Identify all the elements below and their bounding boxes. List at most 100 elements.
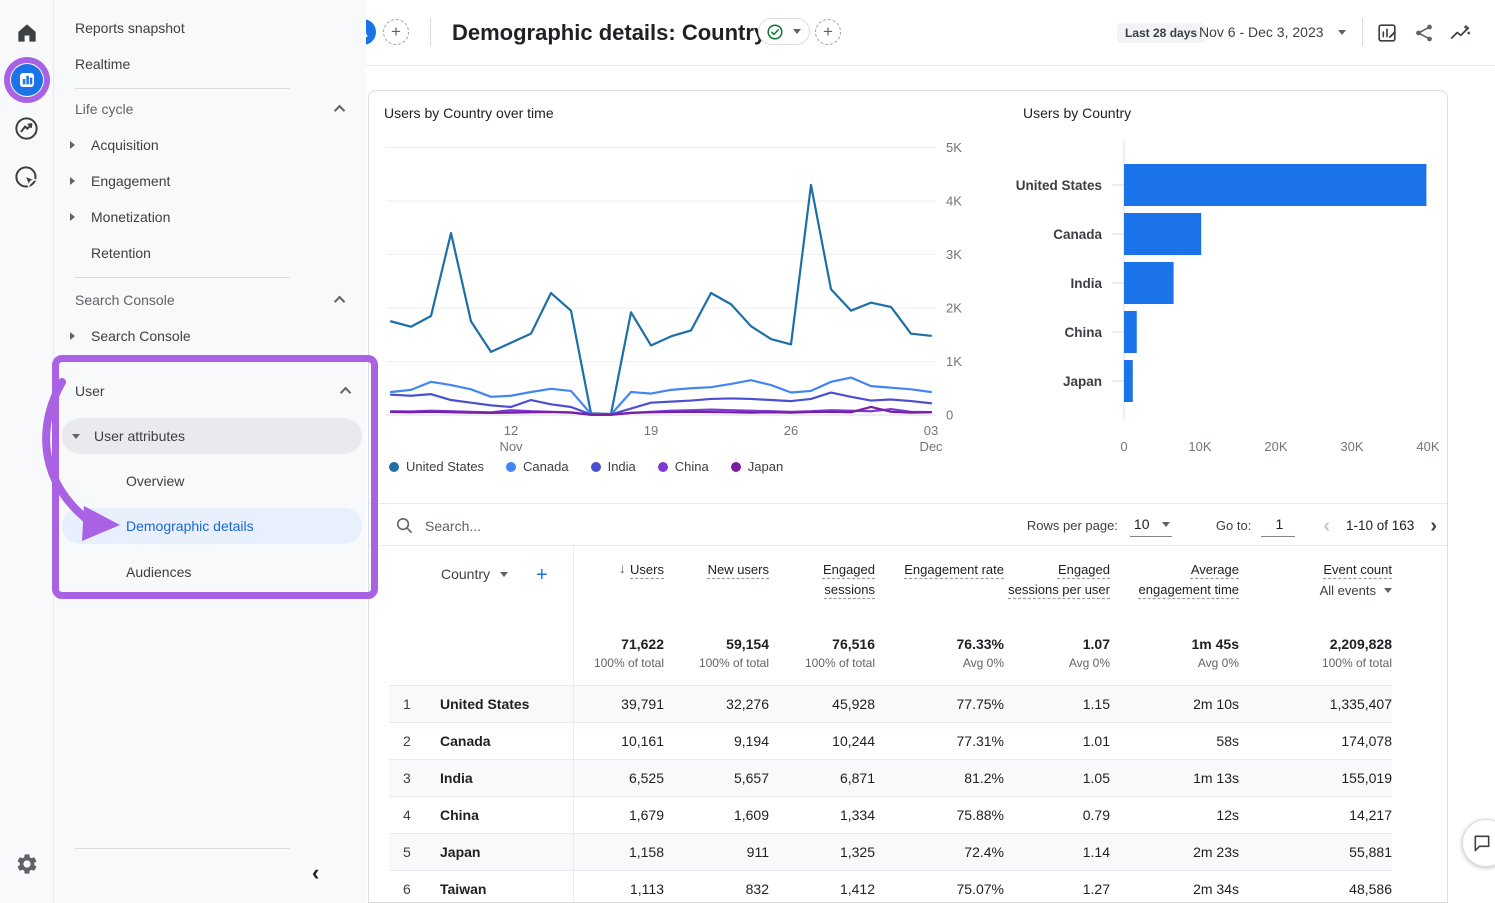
date-range-selector[interactable]: Nov 6 - Dec 3, 2023 — [1199, 24, 1346, 40]
pagination-range: 1-10 of 163 — [1346, 518, 1414, 533]
sidebar-item-realtime[interactable]: Realtime — [75, 50, 130, 78]
insights-icon[interactable] — [1448, 21, 1472, 45]
sidebar-item-overview[interactable]: Overview — [126, 467, 184, 495]
sidebar-item-label: Retention — [91, 245, 151, 261]
column-header-label[interactable]: Event count — [1323, 560, 1392, 580]
sidebar-item-retention[interactable]: Retention — [91, 239, 151, 267]
plus-icon: + — [391, 22, 401, 42]
explore-icon[interactable] — [10, 111, 44, 145]
totals-value: 76.33% — [957, 636, 1004, 652]
column-header-label[interactable]: Users — [630, 560, 664, 580]
svg-text:4K: 4K — [946, 194, 962, 209]
search-placeholder: Search... — [425, 518, 481, 534]
row-metric-value: 14,217 — [1239, 797, 1392, 834]
totals-cell: 59,154100% of total — [664, 636, 769, 686]
ga4-app: Reports snapshot Realtime Life cycle Acq… — [0, 0, 1495, 903]
sidebar-divider — [75, 848, 290, 849]
row-index: 3 — [389, 760, 424, 797]
chevron-up-icon — [334, 296, 345, 307]
bar-united-states — [1124, 164, 1426, 206]
svg-text:India: India — [1070, 276, 1102, 291]
row-index: 5 — [389, 834, 424, 871]
goto-page-value: 1 — [1275, 516, 1283, 532]
chevron-up-icon — [334, 105, 345, 116]
row-index: 2 — [389, 723, 424, 760]
legend-dot-icon — [506, 462, 516, 472]
legend-dot-icon — [389, 462, 399, 472]
sidebar-collapse-button[interactable]: ‹ — [312, 862, 319, 884]
row-country-name: Japan — [424, 834, 573, 871]
rows-per-page-value: 10 — [1134, 516, 1150, 532]
row-index: 4 — [389, 797, 424, 834]
column-header-engaged-sessions[interactable]: Engaged sessions — [769, 546, 875, 636]
event-filter-select[interactable]: All events — [1320, 583, 1392, 598]
add-report-tab-button[interactable]: + — [815, 19, 841, 45]
sidebar-item-label: Demographic details — [126, 518, 254, 534]
goto-label: Go to: — [1216, 518, 1251, 533]
sidebar-item-audiences[interactable]: Audiences — [126, 558, 191, 586]
column-header-engagement-rate[interactable]: Engagement rate — [875, 546, 1004, 636]
legend-label: China — [675, 459, 709, 474]
sidebar-item-engagement[interactable]: Engagement — [70, 167, 170, 195]
column-header-new-users[interactable]: New users — [664, 546, 769, 636]
svg-text:12: 12 — [504, 423, 518, 438]
home-icon[interactable] — [10, 16, 44, 50]
legend-label: United States — [406, 459, 484, 474]
caret-down-icon — [793, 29, 801, 34]
svg-text:0: 0 — [946, 408, 953, 423]
column-header-label[interactable]: Engaged sessions per user — [1004, 560, 1110, 600]
sidebar-item-reports-snapshot[interactable]: Reports snapshot — [75, 14, 185, 42]
totals-subtext: 100% of total — [805, 656, 875, 670]
advertising-icon[interactable] — [10, 160, 44, 194]
svg-text:03: 03 — [924, 423, 938, 438]
sidebar-section-lifecycle[interactable]: Life cycle — [75, 95, 345, 123]
svg-text:10K: 10K — [1188, 439, 1211, 454]
sidebar-item-acquisition[interactable]: Acquisition — [70, 131, 159, 159]
sidebar-item-user-attributes[interactable]: User attributes — [62, 418, 362, 454]
add-dimension-button[interactable]: + — [536, 566, 548, 584]
sidebar-section-user[interactable]: User — [75, 377, 351, 405]
column-header-label[interactable]: New users — [708, 560, 769, 580]
add-comparison-button[interactable]: + — [383, 19, 409, 45]
row-metric-value: 10,244 — [769, 723, 875, 760]
row-metric-value: 1.01 — [1004, 723, 1110, 760]
svg-text:3K: 3K — [946, 247, 962, 262]
sidebar-item-demographic-details[interactable]: Demographic details — [62, 508, 362, 544]
sidebar-item-search-console[interactable]: Search Console — [70, 322, 191, 350]
sidebar-item-monetization[interactable]: Monetization — [70, 203, 170, 231]
column-header-event-count[interactable]: Event count All events — [1239, 546, 1392, 636]
feedback-button[interactable] — [1462, 819, 1495, 867]
search-input[interactable]: Search... — [395, 504, 481, 547]
column-header-average-engagement-time[interactable]: Average engagement time — [1110, 546, 1239, 636]
column-header-label[interactable]: Average engagement time — [1129, 560, 1239, 600]
expand-arrow-icon — [70, 213, 75, 221]
legend-label: Canada — [523, 459, 569, 474]
sidebar-section-search-console[interactable]: Search Console — [75, 286, 345, 314]
svg-text:1K: 1K — [946, 354, 962, 369]
row-metric-value: 72.4% — [875, 834, 1004, 871]
svg-text:5K: 5K — [946, 140, 962, 155]
customize-report-icon[interactable] — [1375, 21, 1399, 45]
caret-down-icon — [1338, 30, 1346, 35]
report-status-button[interactable] — [758, 18, 810, 45]
line-chart-legend: United StatesCanadaIndiaChinaJapan — [389, 459, 783, 474]
legend-item: Japan — [731, 459, 783, 474]
row-metric-value: 75.88% — [875, 797, 1004, 834]
next-page-button[interactable]: › — [1430, 517, 1437, 535]
settings-gear-icon[interactable] — [10, 847, 44, 881]
sidebar-item-label: Overview — [126, 473, 184, 489]
dimension-select[interactable]: Country — [441, 566, 508, 582]
column-header-engaged-sessions-per-user[interactable]: Engaged sessions per user — [1004, 546, 1110, 636]
previous-page-button[interactable]: ‹ — [1323, 517, 1330, 535]
totals-subtext: Avg 0% — [1069, 656, 1110, 670]
share-icon[interactable] — [1412, 21, 1436, 45]
goto-page-input[interactable]: 1 — [1261, 514, 1295, 537]
column-header-label[interactable]: Engagement rate — [904, 560, 1004, 580]
column-header-users[interactable]: ↓Users — [573, 546, 664, 636]
row-metric-value: 1,158 — [573, 834, 664, 871]
reports-icon[interactable] — [10, 63, 44, 97]
rows-per-page-select[interactable]: 10 — [1130, 514, 1172, 537]
users-by-country-bar-chart: United StatesCanadaIndiaChinaJapan010K20… — [999, 119, 1448, 481]
row-metric-value: 174,078 — [1239, 723, 1392, 760]
column-header-label[interactable]: Engaged sessions — [769, 560, 875, 600]
